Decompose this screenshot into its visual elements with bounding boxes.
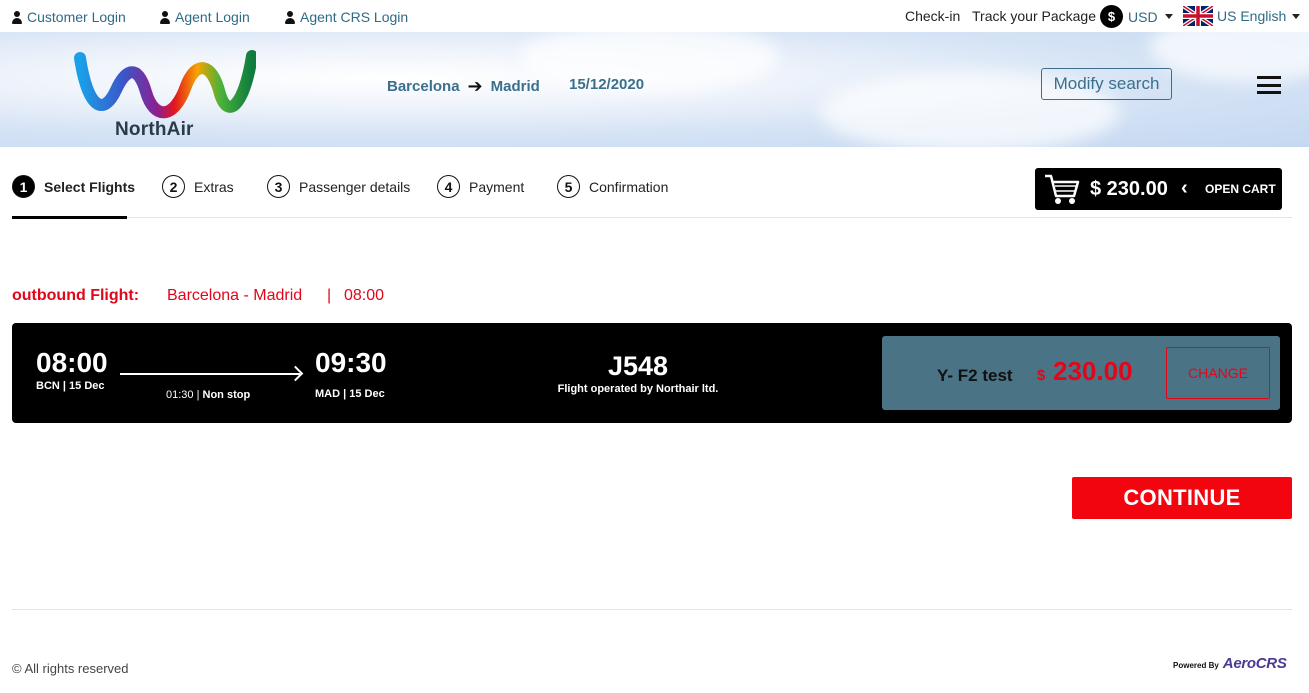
caret-down-icon <box>1164 14 1173 19</box>
language-label: US English <box>1217 8 1287 24</box>
cart-total: $ 230.00 <box>1090 178 1168 200</box>
search-date: 15/12/2020 <box>569 76 645 93</box>
checkin-link[interactable]: Check-in <box>905 8 960 24</box>
step-number: 2 <box>162 175 185 198</box>
open-cart-label: OPEN CART <box>1205 182 1276 196</box>
step-label: Confirmation <box>589 178 669 195</box>
step-number: 5 <box>557 175 580 198</box>
user-icon <box>285 10 295 24</box>
step-number: 3 <box>267 175 290 198</box>
outbound-time: 08:00 <box>344 287 385 304</box>
departure-airport-date: BCN | 15 Dec <box>36 380 105 392</box>
destination-city: Madrid <box>490 78 540 95</box>
copyright-text: © All rights reserved <box>12 661 129 676</box>
active-step-indicator <box>12 216 127 219</box>
flight-card: 08:00 BCN | 15 Dec 01:30 | Non stop 09:3… <box>12 323 1292 423</box>
departure-time: 08:00 <box>36 347 108 378</box>
cloud-decoration <box>520 32 780 92</box>
arrow-right-icon: ➔ <box>467 76 483 96</box>
shopping-cart-icon <box>1045 174 1080 204</box>
outbound-separator: | <box>327 287 332 304</box>
user-icon <box>160 10 170 24</box>
fare-price: 230.00 <box>1053 356 1133 386</box>
step-extras[interactable]: 2 Extras <box>162 175 234 198</box>
track-package-link[interactable]: Track your Package <box>972 8 1096 24</box>
step-label: Passenger details <box>299 178 411 195</box>
language-selector[interactable]: US English <box>1183 6 1301 26</box>
user-icon <box>12 10 22 24</box>
flight-path-arrow-icon <box>120 373 300 375</box>
steps-divider <box>12 217 1292 218</box>
aerocrs-logo: AeroCRS <box>1222 655 1287 672</box>
step-passenger-details[interactable]: 3 Passenger details <box>267 175 410 198</box>
operated-by: Flight operated by Northair ltd. <box>557 383 719 395</box>
step-number: 1 <box>12 175 35 198</box>
fare-class: Y- F2 test <box>937 366 1013 385</box>
top-bar: Customer Login Agent Login Agent CRS Log… <box>0 0 1309 32</box>
continue-button[interactable]: CONTINUE <box>1072 477 1292 519</box>
step-label: Extras <box>194 178 234 195</box>
step-confirmation[interactable]: 5 Confirmation <box>557 175 668 198</box>
modify-search-button[interactable]: Modify search <box>1041 68 1172 100</box>
search-route: Barcelona ➔ Madrid <box>387 76 540 97</box>
open-cart-button[interactable]: $ 230.00 ‹ OPEN CART <box>1035 168 1282 210</box>
powered-by-logo[interactable]: Powered By AeroCRS <box>1173 655 1287 672</box>
caret-down-icon <box>1292 13 1301 19</box>
brand-name: NorthAir <box>115 119 194 140</box>
chevron-left-icon: ‹ <box>1181 177 1188 199</box>
agent-crs-login-link[interactable]: Agent CRS Login <box>285 9 408 25</box>
fare-currency: $ <box>1037 367 1046 384</box>
stops-label: Non stop <box>202 389 251 401</box>
cloud-decoration <box>1150 32 1309 82</box>
step-select-flights[interactable]: 1 Select Flights <box>12 175 135 198</box>
step-payment[interactable]: 4 Payment <box>437 175 524 198</box>
powered-by-label: Powered By <box>1173 661 1219 670</box>
step-number: 4 <box>437 175 460 198</box>
arrival-time: 09:30 <box>315 347 387 378</box>
header-banner: NorthAir Barcelona ➔ Madrid 15/12/2020 M… <box>0 32 1309 147</box>
flight-number: J548 <box>607 351 669 381</box>
flight-duration: 01:30 | Non stop <box>166 389 250 401</box>
fare-option[interactable]: Y- F2 test $ 230.00 CHANGE <box>882 336 1280 410</box>
menu-icon[interactable] <box>1257 76 1281 94</box>
step-label: Payment <box>469 178 525 195</box>
step-label: Select Flights <box>44 178 136 195</box>
uk-flag-icon <box>1183 6 1213 26</box>
currency-selector[interactable]: $ USD <box>1100 5 1173 28</box>
duration-value: 01:30 | <box>166 389 200 401</box>
agent-login-label: Agent Login <box>175 9 250 25</box>
agent-login-link[interactable]: Agent Login <box>160 9 250 25</box>
footer-divider <box>12 609 1292 610</box>
arrival-airport-date: MAD | 15 Dec <box>315 388 385 400</box>
change-fare-button[interactable]: CHANGE <box>1166 347 1270 399</box>
currency-label: USD <box>1128 8 1158 25</box>
agent-crs-login-label: Agent CRS Login <box>300 9 409 25</box>
dollar-icon: $ <box>1100 5 1123 28</box>
outbound-flight-label: outbound Flight: <box>12 287 140 304</box>
customer-login-link[interactable]: Customer Login <box>12 9 126 25</box>
origin-city: Barcelona <box>387 78 460 95</box>
customer-login-label: Customer Login <box>27 9 126 25</box>
outbound-route: Barcelona - Madrid <box>167 287 303 304</box>
